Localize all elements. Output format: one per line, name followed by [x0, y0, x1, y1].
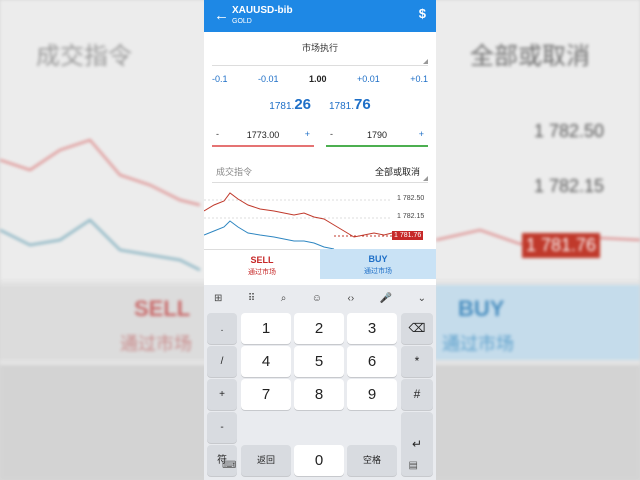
mini-chart: 1 782.50 1 782.15 1 781.76 [204, 191, 436, 249]
key-1[interactable]: 1 [241, 313, 291, 344]
bg-sell-sub: 通过市场 [120, 334, 192, 354]
key-asterisk[interactable]: * [401, 346, 433, 377]
fill-policy-select[interactable]: 成交指令 全部或取消 [212, 161, 428, 183]
key-7[interactable]: 7 [241, 379, 291, 410]
emoji-icon[interactable]: ☺ [312, 293, 322, 304]
trade-buttons: SELL 通过市场 BUY 通过市场 [204, 249, 436, 279]
buy-label: BUY [368, 254, 388, 264]
bg-price-2: 1 782.15 [534, 176, 605, 196]
back-arrow-icon[interactable]: ← [214, 7, 229, 24]
sl-tp-row: - 1773.00 + - 1790 + [212, 125, 428, 147]
sell-label: SELL [250, 255, 274, 265]
bg-buy-label: BUY [458, 296, 505, 321]
bg-sell-label: SELL [134, 296, 191, 321]
cursor-icon[interactable]: ‹› [347, 293, 354, 304]
key-2[interactable]: 2 [294, 313, 344, 344]
bg-right-title: 全部或取消 [470, 43, 590, 70]
order-type-select[interactable]: 市场执行 [212, 38, 428, 66]
key-plus[interactable]: + [207, 379, 237, 410]
keypad-icon[interactable]: ⠿ [248, 293, 255, 304]
stop-loss-field[interactable]: - 1773.00 + [212, 125, 314, 147]
key-minus[interactable]: - [207, 412, 237, 443]
bg-price-3: 1 781.76 [522, 233, 601, 258]
keyboard-toolbar: ⊞ ⠿ ⌕ ☺ ‹› 🎤 ⌄ [204, 285, 436, 312]
step-minus-0.1[interactable]: -0.1 [212, 74, 228, 84]
keyboard-switch-icon[interactable]: ⌨ [222, 460, 236, 471]
key-6[interactable]: 6 [347, 346, 397, 377]
key-8[interactable]: 8 [294, 379, 344, 410]
collapse-keyboard-icon[interactable]: ⌄ [418, 293, 426, 304]
step-plus-0.01[interactable]: +0.01 [357, 74, 380, 84]
dropdown-corner-icon [423, 59, 428, 64]
dropdown-corner-icon [423, 176, 428, 181]
symbol-title: XAUUSD-bib [232, 5, 293, 16]
tp-value[interactable]: 1790 [326, 130, 428, 140]
ask-line [204, 220, 335, 249]
tp-plus-button[interactable]: + [419, 129, 424, 139]
key-hash[interactable]: # [401, 379, 433, 410]
chart-price-label-1: 1 782.50 [397, 195, 425, 202]
sl-value[interactable]: 1773.00 [212, 130, 314, 140]
bg-buy-sub: 通过市场 [442, 334, 514, 354]
chart-price-label-2: 1 782.15 [397, 213, 425, 220]
dollar-icon[interactable]: $ [419, 6, 426, 21]
sell-button[interactable]: SELL 通过市场 [204, 249, 320, 279]
apps-grid-icon[interactable]: ⊞ [214, 293, 222, 304]
clipboard-icon[interactable]: ▤ [409, 460, 418, 471]
bg-left-title: 成交指令 [36, 43, 132, 70]
key-3[interactable]: 3 [347, 313, 397, 344]
fill-policy-label: 成交指令 [216, 167, 253, 177]
sell-sub-label: 通过市场 [248, 269, 276, 276]
fill-policy-value: 全部或取消 [374, 167, 420, 177]
volume-value[interactable]: 1.00 [309, 74, 327, 84]
order-type-value: 市场执行 [301, 43, 338, 53]
search-icon[interactable]: ⌕ [281, 293, 287, 304]
chart-price-label-3: 1 781.76 [392, 231, 424, 240]
key-5[interactable]: 5 [294, 346, 344, 377]
symbol-subtitle: GOLD [232, 18, 252, 25]
phone-screen: ← XAUUSD-bib GOLD $ 市场执行 -0.1 -0.01 1.00… [204, 0, 436, 480]
numeric-keyboard: ⊞ ⠿ ⌕ ☺ ‹› 🎤 ⌄ . / + - 符 1 2 3 4 5 6 7 8… [204, 285, 436, 480]
sl-plus-button[interactable]: + [305, 129, 310, 139]
key-9[interactable]: 9 [347, 379, 397, 410]
bg-price-1: 1 782.50 [534, 121, 605, 141]
keyboard-nav-bar: ⌨ ▤ [204, 455, 436, 480]
key-dot[interactable]: . [207, 313, 237, 344]
price-quotes: 1781.26 1781.76 [204, 96, 436, 113]
ask-price: 1781.76 [329, 96, 371, 113]
backspace-icon[interactable]: ⌫ [401, 313, 433, 344]
step-minus-0.01[interactable]: -0.01 [258, 74, 279, 84]
step-plus-0.1[interactable]: +0.1 [410, 74, 428, 84]
buy-sub-label: 通过市场 [364, 268, 392, 275]
volume-stepper: -0.1 -0.01 1.00 +0.01 +0.1 [212, 74, 428, 84]
key-slash[interactable]: / [207, 346, 237, 377]
key-4[interactable]: 4 [241, 346, 291, 377]
bid-price: 1781.26 [269, 96, 311, 113]
take-profit-field[interactable]: - 1790 + [326, 125, 428, 147]
app-bar: ← XAUUSD-bib GOLD $ [204, 0, 436, 32]
buy-button[interactable]: BUY 通过市场 [320, 249, 436, 279]
microphone-icon[interactable]: 🎤 [380, 293, 392, 304]
